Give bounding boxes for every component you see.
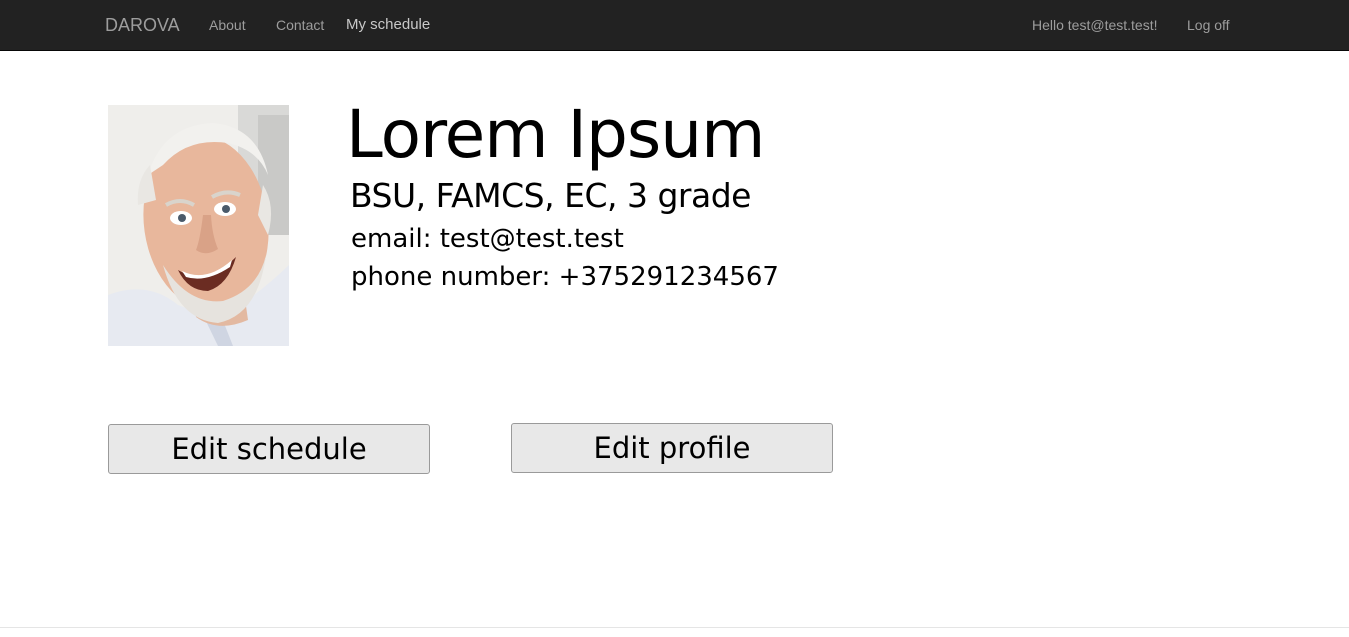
profile-name: Lorem Ipsum	[346, 96, 765, 173]
profile-photo	[108, 105, 289, 346]
edit-schedule-button[interactable]: Edit schedule	[108, 424, 430, 474]
footer-divider	[0, 627, 1349, 628]
edit-profile-button[interactable]: Edit profile	[511, 423, 833, 473]
nav-about-link[interactable]: About	[209, 0, 246, 50]
log-off-link[interactable]: Log off	[1187, 0, 1230, 50]
top-navbar: DAROVA About Contact My schedule Hello t…	[0, 0, 1349, 51]
brand-link[interactable]: DAROVA	[105, 0, 180, 50]
user-greeting-link[interactable]: Hello test@test.test!	[1032, 0, 1157, 50]
profile-info: Lorem Ipsum BSU, FAMCS, EC, 3 grade emai…	[346, 96, 779, 296]
profile-phone: phone number: +375291234567	[351, 262, 779, 292]
profile-photo-image	[108, 105, 289, 346]
nav-contact-link[interactable]: Contact	[276, 0, 324, 50]
nav-my-schedule-link[interactable]: My schedule	[346, 0, 430, 50]
profile-email: email: test@test.test	[351, 224, 624, 254]
profile-subtitle: BSU, FAMCS, EC, 3 grade	[350, 176, 751, 215]
